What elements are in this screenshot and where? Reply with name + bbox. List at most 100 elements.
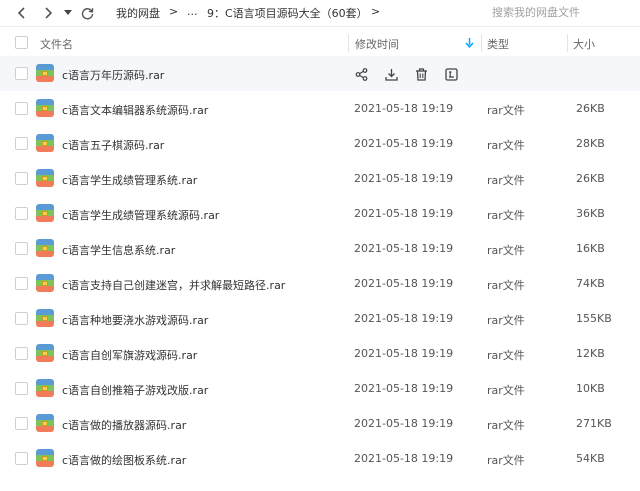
back-button[interactable] [14, 4, 30, 22]
file-type: rar文件 [487, 244, 525, 257]
rar-archive-icon [36, 309, 54, 327]
rar-archive-icon [36, 274, 54, 292]
row-checkbox[interactable] [15, 382, 28, 395]
file-date: 2021-05-18 19:19 [354, 417, 454, 430]
chevron-left-icon [17, 7, 25, 19]
breadcrumb-separator[interactable]: > [371, 5, 380, 18]
share-icon [355, 67, 367, 81]
breadcrumb-ellipsis[interactable]: ... [187, 5, 198, 18]
file-size: 16KB [576, 242, 605, 255]
share-button[interactable] [353, 66, 369, 82]
rar-archive-icon [36, 414, 54, 432]
rar-archive-icon [36, 204, 54, 222]
file-name[interactable]: c语言五子棋源码.rar [62, 137, 164, 153]
file-type: rar文件 [487, 314, 525, 327]
sort-down-icon[interactable] [465, 38, 474, 48]
row-checkbox[interactable] [15, 102, 28, 115]
row-checkbox[interactable] [15, 312, 28, 325]
table-row[interactable]: c语言学生成绩管理系统源码.rar 2021-05-18 19:19 rar文件… [0, 196, 640, 231]
row-checkbox[interactable] [15, 137, 28, 150]
file-size: 26KB [576, 172, 605, 185]
file-date: 2021-05-18 19:19 [354, 347, 454, 360]
file-name[interactable]: c语言学生成绩管理系统.rar [62, 172, 197, 188]
file-type: rar文件 [487, 384, 525, 397]
rar-archive-icon [36, 449, 54, 467]
file-size: 271KB [576, 417, 612, 430]
toolbar: 我的网盘 > ... 9：C语言项目源码大全（60套） > 搜索我的网盘文件 [0, 0, 640, 26]
file-name[interactable]: c语言自创军旗游戏源码.rar [62, 347, 197, 363]
table-row[interactable]: c语言五子棋源码.rar 2021-05-18 19:19 rar文件 28KB [0, 126, 640, 161]
table-row[interactable]: c语言学生成绩管理系统.rar 2021-05-18 19:19 rar文件 2… [0, 161, 640, 196]
file-name[interactable]: c语言种地要浇水游戏源码.rar [62, 312, 208, 328]
column-size[interactable]: 大小 [573, 36, 595, 52]
rename-icon [444, 67, 458, 81]
file-size: 10KB [576, 382, 605, 395]
column-name[interactable]: 文件名 [40, 36, 73, 52]
divider [0, 26, 640, 27]
row-checkbox[interactable] [15, 417, 28, 430]
table-row[interactable]: c语言自创推箱子游戏改版.rar 2021-05-18 19:19 rar文件 … [0, 371, 640, 406]
file-name[interactable]: c语言学生信息系统.rar [62, 242, 175, 258]
file-date: 2021-05-18 19:19 [354, 242, 454, 255]
rar-archive-icon [36, 64, 54, 82]
file-name[interactable]: c语言做的绘图板系统.rar [62, 452, 186, 468]
file-name[interactable]: c语言学生成绩管理系统源码.rar [62, 207, 219, 223]
table-row[interactable]: c语言种地要浇水游戏源码.rar 2021-05-18 19:19 rar文件 … [0, 301, 640, 336]
column-divider [567, 34, 568, 52]
table-row[interactable]: c语言自创军旗游戏源码.rar 2021-05-18 19:19 rar文件 1… [0, 336, 640, 371]
file-size: 74KB [576, 277, 605, 290]
rename-button[interactable] [443, 66, 459, 82]
file-type: rar文件 [487, 139, 525, 152]
delete-button[interactable] [413, 66, 429, 82]
column-modified[interactable]: 修改时间 [355, 36, 399, 52]
refresh-button[interactable] [79, 4, 95, 22]
row-checkbox[interactable] [15, 452, 28, 465]
file-name[interactable]: c语言万年历源码.rar [62, 67, 164, 83]
table-row[interactable]: c语言支持自己创建迷宫，并求解最短路径.rar 2021-05-18 19:19… [0, 266, 640, 301]
rar-archive-icon [36, 379, 54, 397]
row-checkbox[interactable] [15, 67, 28, 80]
row-checkbox[interactable] [15, 172, 28, 185]
breadcrumb-current: 9：C语言项目源码大全（60套） [207, 7, 368, 20]
column-type[interactable]: 类型 [487, 36, 509, 52]
row-checkbox[interactable] [15, 277, 28, 290]
column-divider [348, 34, 349, 52]
file-type: rar文件 [487, 349, 525, 362]
breadcrumb-root[interactable]: 我的网盘 [116, 5, 160, 21]
select-all-checkbox[interactable] [15, 36, 28, 49]
refresh-icon [81, 7, 93, 19]
file-size: 155KB [576, 312, 612, 325]
column-header: 文件名 修改时间 类型 大小 [0, 30, 640, 56]
table-row[interactable]: c语言万年历源码.rar [0, 56, 640, 91]
download-icon [384, 68, 398, 81]
file-type: rar文件 [487, 454, 525, 467]
file-type: rar文件 [487, 174, 525, 187]
row-checkbox[interactable] [15, 347, 28, 360]
file-name[interactable]: c语言支持自己创建迷宫，并求解最短路径.rar [62, 277, 285, 293]
forward-button[interactable] [40, 4, 56, 22]
breadcrumb-separator: > [169, 5, 179, 18]
table-row[interactable]: c语言文本编辑器系统源码.rar 2021-05-18 19:19 rar文件 … [0, 91, 640, 126]
table-row[interactable]: c语言做的绘图板系统.rar 2021-05-18 19:19 rar文件 54… [0, 441, 640, 476]
rar-archive-icon [36, 239, 54, 257]
row-checkbox[interactable] [15, 207, 28, 220]
history-dropdown[interactable] [62, 4, 74, 22]
file-size: 28KB [576, 137, 605, 150]
trash-icon [415, 67, 427, 81]
file-date: 2021-05-18 19:19 [354, 172, 454, 185]
download-button[interactable] [383, 66, 399, 82]
file-date: 2021-05-18 19:19 [354, 452, 454, 465]
rar-archive-icon [36, 99, 54, 117]
file-name[interactable]: c语言做的播放器源码.rar [62, 417, 186, 433]
search-input[interactable]: 搜索我的网盘文件 [492, 4, 632, 22]
file-name[interactable]: c语言文本编辑器系统源码.rar [62, 102, 208, 118]
file-size: 36KB [576, 207, 605, 220]
table-row[interactable]: c语言做的播放器源码.rar 2021-05-18 19:19 rar文件 27… [0, 406, 640, 441]
table-row[interactable]: c语言学生信息系统.rar 2021-05-18 19:19 rar文件 16K… [0, 231, 640, 266]
row-checkbox[interactable] [15, 242, 28, 255]
file-date: 2021-05-18 19:19 [354, 382, 454, 395]
file-name[interactable]: c语言自创推箱子游戏改版.rar [62, 382, 208, 398]
file-size: 54KB [576, 452, 605, 465]
file-date: 2021-05-18 19:19 [354, 312, 454, 325]
file-type: rar文件 [487, 279, 525, 292]
